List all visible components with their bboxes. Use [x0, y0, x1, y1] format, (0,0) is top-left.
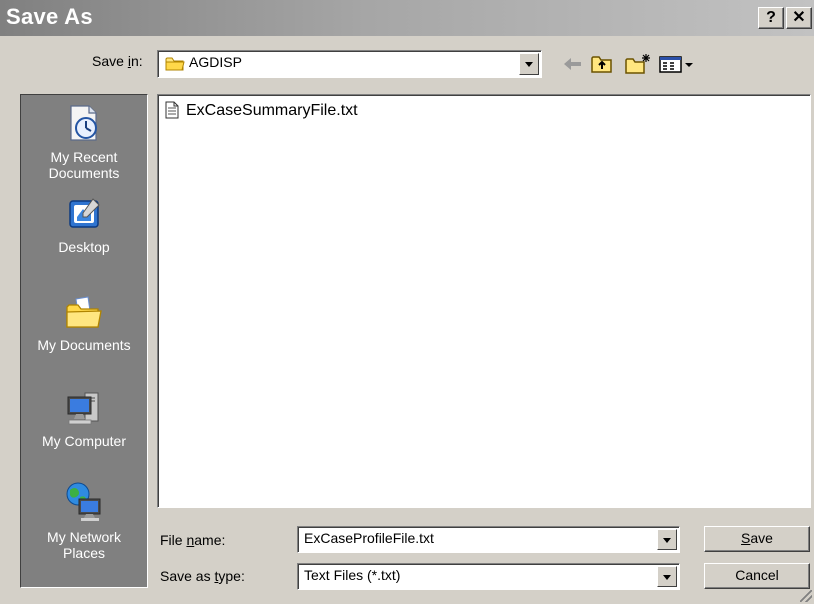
places-bar: My Recent Documents Desktop My Documents…: [20, 94, 148, 588]
close-button[interactable]: ✕: [786, 7, 812, 29]
place-label: My Recent: [50, 149, 118, 165]
file-name-dropdown-button[interactable]: [657, 529, 677, 550]
save-as-type-dropdown-button[interactable]: [657, 566, 677, 587]
file-name: ExCaseSummaryFile.txt: [186, 102, 358, 119]
save-as-type-value: Text Files (*.txt): [304, 567, 401, 583]
help-button[interactable]: ?: [758, 7, 784, 29]
place-my-documents[interactable]: My Documents: [21, 295, 147, 353]
place-label: Documents: [48, 165, 120, 181]
desktop-icon: [21, 195, 147, 236]
place-desktop[interactable]: Desktop: [21, 195, 147, 255]
folder-icon: [165, 56, 185, 75]
save-in-dropdown-button[interactable]: [519, 53, 539, 75]
file-name-label: File name:: [160, 532, 226, 548]
text-file-icon: [164, 101, 180, 122]
file-name-input[interactable]: ExCaseProfileFile.txt: [304, 530, 434, 546]
new-folder-icon[interactable]: [624, 52, 652, 76]
file-name-combobox[interactable]: ExCaseProfileFile.txt: [297, 526, 680, 553]
recent-documents-icon: [21, 103, 147, 146]
save-as-dialog: Save As ? ✕ Save in: AGDISP My Recent Do…: [0, 0, 814, 604]
place-label: My Documents: [37, 337, 131, 353]
place-label: Places: [62, 545, 106, 561]
view-menu-icon[interactable]: [658, 52, 702, 76]
my-computer-icon: [21, 389, 147, 430]
file-list[interactable]: ExCaseSummaryFile.txt: [157, 94, 811, 508]
dialog-title: Save As: [6, 4, 93, 29]
my-documents-icon: [21, 295, 147, 334]
place-label: Desktop: [58, 239, 110, 255]
save-button[interactable]: Save: [704, 526, 810, 552]
place-my-network-places[interactable]: My Network Places: [21, 481, 147, 561]
place-label: My Computer: [41, 433, 127, 449]
save-in-combobox[interactable]: AGDISP: [157, 50, 542, 78]
place-label: My Network: [47, 529, 121, 545]
up-one-level-icon[interactable]: [590, 52, 614, 76]
save-in-label: Save in:: [92, 53, 143, 69]
network-places-icon: [21, 481, 147, 526]
list-item[interactable]: ExCaseSummaryFile.txt: [164, 101, 358, 121]
cancel-button[interactable]: Cancel: [704, 563, 810, 589]
resize-grip[interactable]: [800, 590, 812, 602]
place-my-computer[interactable]: My Computer: [21, 389, 147, 449]
title-bar[interactable]: Save As ? ✕: [0, 0, 814, 36]
save-as-type-label: Save as type:: [160, 568, 245, 584]
save-in-value: AGDISP: [189, 54, 242, 70]
back-arrow-icon[interactable]: [560, 52, 586, 76]
save-as-type-combobox[interactable]: Text Files (*.txt): [297, 563, 680, 590]
place-my-recent-documents[interactable]: My Recent Documents: [21, 103, 147, 181]
